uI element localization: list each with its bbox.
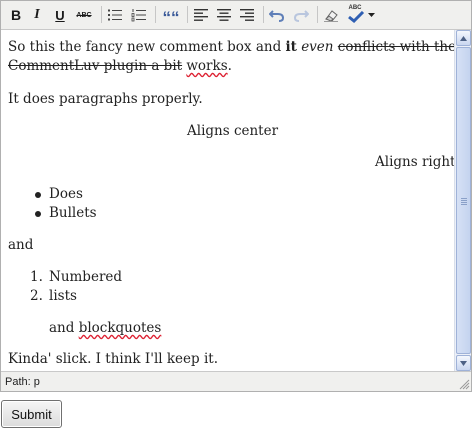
toolbar-separator [155, 6, 156, 23]
chevron-down-icon [460, 360, 467, 366]
strikethrough-text: CommentLuv plugin a bit [8, 58, 183, 74]
bullet-icon [35, 211, 41, 217]
scrollbar-thumb[interactable] [456, 47, 471, 354]
strikethrough-button[interactable]: ABC [74, 5, 94, 25]
editor-content-area[interactable]: So this the fancy new comment box and it… [1, 29, 471, 371]
resize-grip-icon[interactable] [458, 378, 470, 390]
italic-text: even [301, 39, 334, 55]
spellcheck-button[interactable]: ABC [344, 5, 376, 25]
align-center-button[interactable] [214, 5, 234, 25]
eraser-icon [324, 10, 338, 22]
bold-button[interactable]: B [6, 5, 26, 25]
bullet-list-button[interactable] [105, 5, 125, 25]
editor-toolbar: B I U ABC ““ ABC [1, 1, 471, 29]
vertical-scrollbar[interactable] [454, 30, 471, 371]
chevron-down-icon [367, 12, 375, 17]
align-right-icon [240, 9, 254, 21]
right-aligned-paragraph: Aligns right [375, 154, 454, 170]
editor-body[interactable]: So this the fancy new comment box and it… [1, 30, 454, 371]
numbered-list-button[interactable] [129, 5, 149, 25]
align-left-icon [194, 9, 208, 21]
centered-paragraph: Aligns center [187, 123, 279, 139]
paragraph-and: and [8, 237, 34, 253]
list-item-text: Bullets [49, 205, 97, 221]
grip-line [461, 202, 467, 203]
scroll-down-button[interactable] [456, 355, 471, 371]
underline-button[interactable]: U [50, 5, 70, 25]
misspelled-word[interactable]: works [186, 58, 227, 74]
list-item-text: lists [49, 288, 77, 304]
chevron-up-icon [460, 35, 467, 41]
scroll-up-button[interactable] [456, 30, 471, 46]
paragraph-1-line-2: CommentLuv plugin a bit works. [8, 58, 232, 74]
bullet-list-icon [108, 9, 122, 21]
strikethrough-text: conflicts with the [337, 39, 454, 55]
align-right-button[interactable] [237, 5, 257, 25]
list-number: 1. [30, 269, 43, 285]
blockquote-button[interactable]: ““ [161, 5, 181, 27]
numbered-list-icon [131, 9, 146, 22]
remove-format-button[interactable] [321, 5, 341, 25]
paragraph-2: It does paragraphs properly. [8, 91, 203, 107]
undo-button[interactable] [267, 5, 287, 25]
grip-line [461, 198, 467, 199]
element-path: Path: p [5, 376, 40, 388]
text: . [227, 58, 232, 74]
redo-button[interactable] [291, 5, 311, 25]
toolbar-separator [187, 6, 188, 23]
toolbar-separator [101, 6, 102, 23]
list-number: 2. [30, 288, 43, 304]
redo-icon [293, 10, 309, 22]
list-item-text: Numbered [49, 269, 123, 285]
paragraph-last: Kinda' slick. I think I'll keep it. [8, 351, 219, 367]
submit-button[interactable]: Submit [1, 400, 62, 428]
text: and [49, 320, 79, 336]
blockquote: and blockquotes [49, 320, 161, 336]
misspelled-word[interactable]: blockquotes [79, 320, 162, 336]
toolbar-separator [317, 6, 318, 23]
undo-icon [269, 10, 285, 22]
align-center-icon [217, 9, 231, 21]
rich-text-editor: B I U ABC ““ ABC So this the fancy new c… [0, 0, 472, 392]
grip-line [461, 204, 467, 205]
list-item-text: Does [49, 186, 83, 202]
paragraph-1-line-1: So this the fancy new comment box and it… [8, 39, 454, 55]
text: So this the fancy new comment box and [8, 39, 286, 55]
editor-statusbar: Path: p [1, 371, 471, 391]
align-left-button[interactable] [191, 5, 211, 25]
grip-line [461, 200, 467, 201]
bullet-icon [35, 192, 41, 198]
italic-button[interactable]: I [27, 5, 47, 25]
spellcheck-icon: ABC [346, 5, 366, 25]
bold-text: it [285, 39, 297, 55]
toolbar-separator [263, 6, 264, 23]
